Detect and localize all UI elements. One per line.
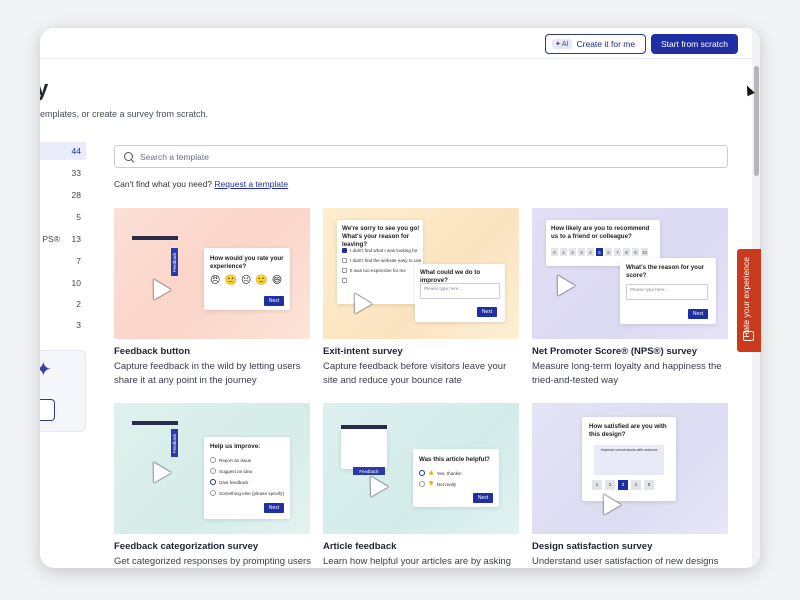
sidebar-item-count: 3 (76, 320, 81, 330)
feedback-tab: Feedback (171, 429, 178, 457)
template-preview: Feedback Was this article helpful? 👍 Yes,… (323, 403, 519, 534)
angry-face-icon: 😠 (210, 275, 221, 286)
sidebar-item-label: PS® (42, 234, 60, 244)
sidebar-item-count: 2 (76, 299, 81, 309)
rate-your-experience-tab[interactable]: Rate your experience (737, 249, 761, 352)
card-description: Capture feedback in the wild by letting … (114, 361, 301, 386)
card-description: Understand user satisfaction of new desi… (532, 556, 719, 567)
template-preview: Feedback How would you rate your experie… (114, 208, 310, 339)
thumbs-up-icon: 👍 (428, 470, 434, 475)
feedback-tab: Feedback (171, 248, 178, 276)
card-title: Feedback categorization survey (114, 541, 259, 552)
sidebar-item[interactable]: 7 (40, 252, 86, 270)
cursor-icon (144, 274, 172, 300)
sidebar-item-count: 5 (76, 212, 81, 222)
template-preview: We're sorry to see you go! What's your r… (323, 208, 519, 339)
sidebar-item-all[interactable]: 44 (40, 142, 86, 160)
search-icon (124, 151, 134, 162)
mock-window (341, 429, 387, 469)
cursor-icon (144, 457, 172, 483)
preview-popup: How would you rate your experience? 😠 🙁 😐 🙂… (204, 248, 290, 310)
top-bar: ✦ AI Create it for me Start from scratch (40, 28, 760, 59)
page-subtitle: emplates, or create a survey from scratc… (40, 109, 209, 119)
thumbs-down-icon: 👎 (428, 481, 434, 486)
sad-face-icon: 🙁 (224, 275, 237, 286)
template-preview: How satisfied are you with this design? … (532, 403, 728, 534)
sidebar-item[interactable]: 3 (40, 316, 86, 334)
app-window: ✦ AI Create it for me Start from scratch … (40, 28, 760, 568)
ai-promo-card: ✦ ne (40, 350, 86, 432)
smile-face-icon: 🙂 (255, 275, 268, 286)
template-search (114, 145, 728, 168)
card-description: Measure long-term loyalty and happiness … (532, 361, 722, 386)
template-preview: Feedback Help us improve: Report an issu… (114, 403, 310, 534)
preview-popup: Help us improve: Report an issue Suggest… (204, 437, 290, 519)
create-it-for-me-button[interactable]: ✦ AI Create it for me (545, 34, 646, 54)
nps-scale: 0 1 2 3 4 5 6 7 8 9 10 (551, 248, 648, 256)
sparkle-icon: ✦ (40, 359, 52, 381)
cursor-icon (361, 471, 389, 497)
preview-followup: What could we do to improve? Please type… (415, 264, 505, 322)
card-title: Feedback button (114, 346, 191, 357)
sidebar-item[interactable]: 28 (40, 186, 86, 204)
card-description: Capture feedback before visitors leave y… (323, 361, 507, 386)
design-preview-banner: Improve conversions with science (594, 445, 664, 475)
sidebar-item[interactable]: 2 (40, 295, 86, 313)
neutral-face-icon: 😐 (240, 275, 252, 286)
scrollbar-thumb[interactable] (754, 66, 759, 176)
chat-icon (743, 331, 754, 341)
preview-followup: What's the reason for your score? Please… (620, 258, 716, 324)
create-it-for-me-label: Create it for me (576, 39, 636, 49)
ai-promo-button[interactable]: ne (40, 399, 55, 421)
template-preview: How likely are you to recommend us to a … (532, 208, 728, 339)
satisfaction-scale: 1 2 3 4 5 (592, 480, 654, 490)
request-template-link[interactable]: Request a template (214, 179, 288, 189)
card-title: Exit-intent survey (323, 346, 403, 357)
mock-window-bar (132, 421, 178, 425)
sidebar-item-count: 10 (71, 278, 81, 288)
card-description: Get categorized responses by prompting u… (114, 556, 311, 567)
sidebar-item[interactable]: 10 (40, 274, 86, 292)
search-input[interactable] (140, 151, 700, 162)
card-description: Learn how helpful your articles are by a… (323, 556, 511, 567)
emoji-rating: 😠 🙁 😐 🙂 😄 (210, 275, 282, 286)
request-template-line: Can't find what you need? Request a temp… (114, 179, 289, 189)
sidebar-item-count: 28 (71, 190, 81, 200)
page-title: y (40, 76, 49, 101)
sparkle-icon: ✦ (555, 41, 561, 48)
grin-face-icon: 😄 (271, 275, 283, 286)
start-from-scratch-button[interactable]: Start from scratch (651, 34, 738, 54)
sidebar-item[interactable]: 5 (40, 208, 86, 226)
sidebar-item[interactable]: 33 (40, 164, 86, 182)
sidebar-item-count: 13 (71, 234, 81, 244)
sidebar-item-nps[interactable]: PS® 13 (40, 230, 86, 248)
preview-popup: Was this article helpful? 👍 Yes, thanks! … (413, 449, 499, 507)
mock-window-bar (132, 236, 178, 240)
preview-popup: We're sorry to see you go! What's your r… (337, 220, 423, 304)
sidebar-item-count: 7 (76, 256, 81, 266)
cursor-icon (548, 270, 576, 296)
card-title: Article feedback (323, 541, 397, 552)
card-title: Net Promoter Score® (NPS®) survey (532, 346, 697, 357)
ai-badge: ✦ AI (552, 39, 572, 49)
sidebar-item-count: 44 (71, 146, 81, 156)
sidebar-item-count: 33 (71, 168, 81, 178)
card-title: Design satisfaction survey (532, 541, 653, 552)
